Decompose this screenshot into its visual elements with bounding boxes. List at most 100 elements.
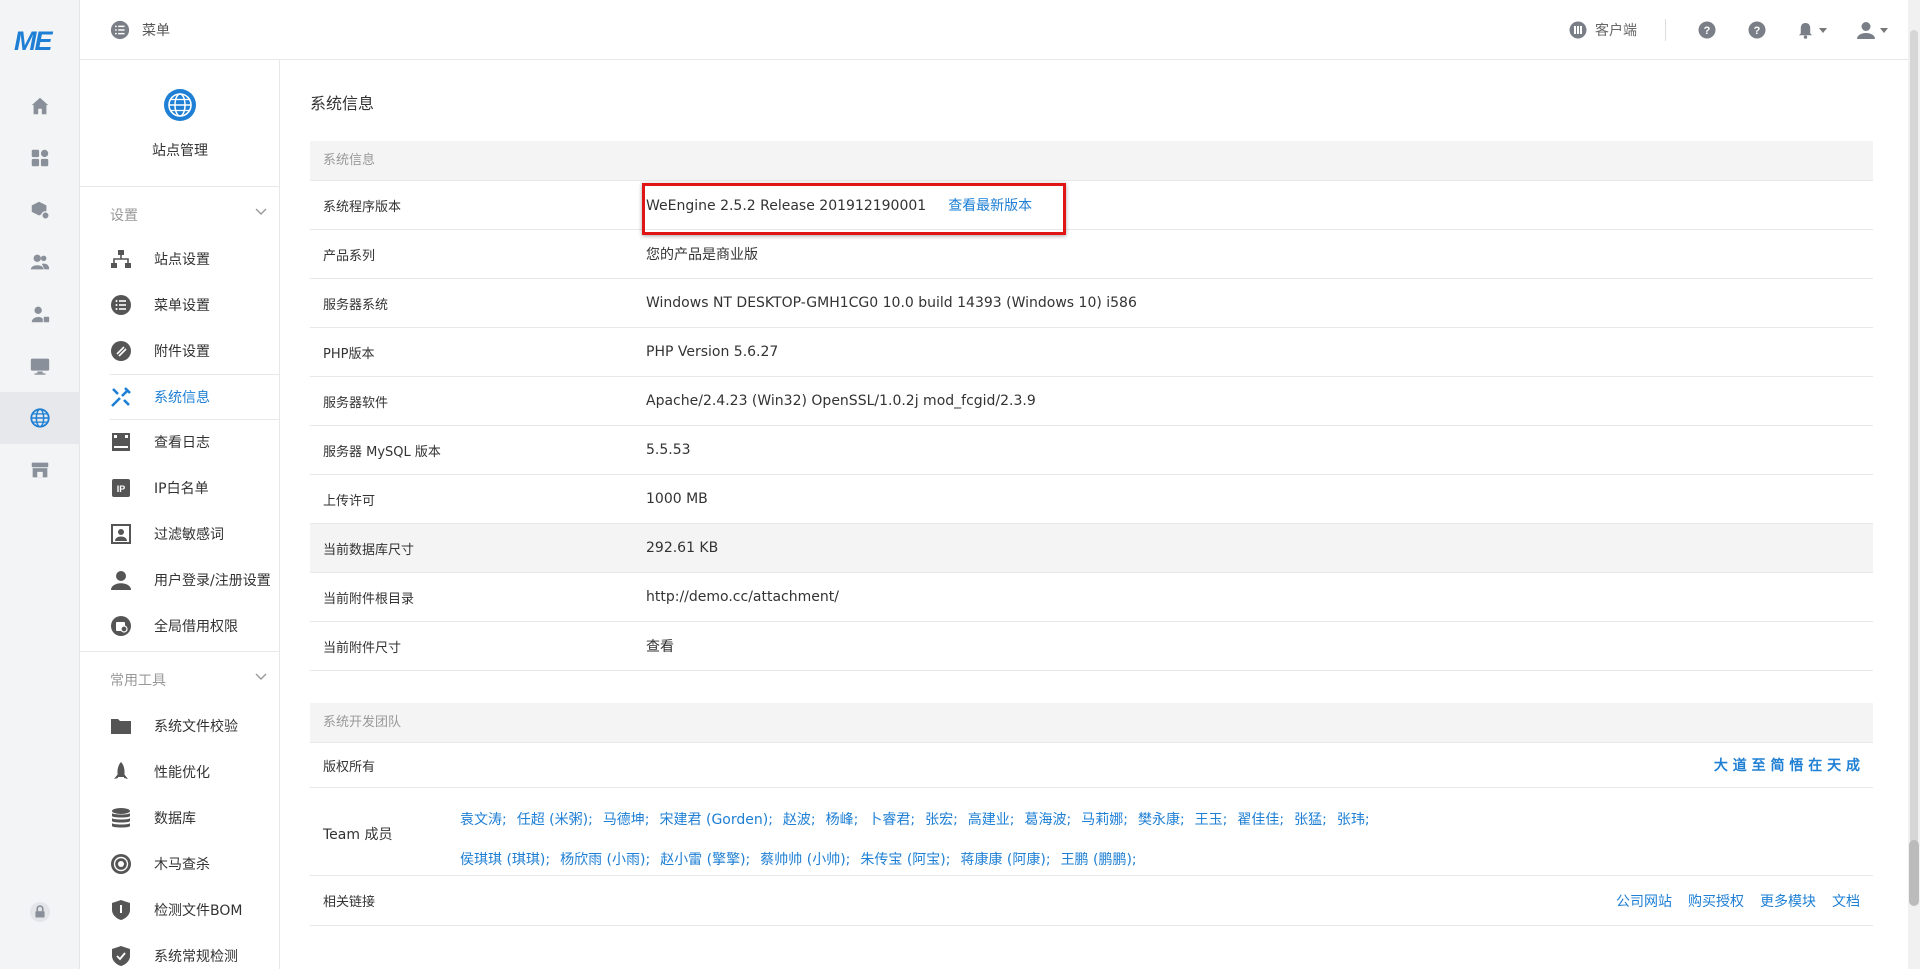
team-member: 宋建君 (Gorden); (659, 812, 773, 828)
sidebar-item-ip-whitelist[interactable]: IP IP白名单 (110, 465, 280, 511)
team-member: 蔡帅帅 (小帅); (760, 852, 851, 868)
site-management-label: 站点管理 (152, 143, 208, 159)
svg-text:IP: IP (117, 484, 126, 494)
sidebar-item-trojan-scan[interactable]: 木马查杀 (110, 841, 280, 887)
user-dropdown[interactable] (1856, 19, 1888, 41)
sidebar-item-user-login[interactable]: 用户登录/注册设置 (110, 557, 280, 603)
info-row-server-os: 服务器系统 Windows NT DESKTOP-GMH1CG0 10.0 bu… (310, 279, 1873, 328)
site-management-block[interactable]: 站点管理 (80, 88, 280, 160)
info-row-attachment-root: 当前附件根目录 http://demo.cc/attachment/ (310, 573, 1873, 622)
tools-group-label: 常用工具 (110, 673, 166, 689)
sidebar-item-view-logs[interactable]: 查看日志 (110, 419, 280, 465)
team-member: 翟佳佳; (1237, 812, 1285, 828)
annotation-highlight-box (642, 183, 1066, 235)
sidebar-item-label: 查看日志 (154, 435, 210, 451)
store-icon[interactable] (0, 444, 80, 496)
sidebar-item-attachment-settings[interactable]: 附件设置 (110, 328, 280, 374)
team-member: 杨欣雨 (小雨); (560, 852, 651, 868)
sidebar-item-global-permission[interactable]: 全局借用权限 (110, 603, 280, 649)
help-icon[interactable]: ? (1696, 19, 1718, 41)
sidebar-item-label: 附件设置 (154, 344, 210, 360)
scrollbar-handle[interactable] (1909, 840, 1919, 906)
team-member: 蒋康康 (阿康); (960, 852, 1051, 868)
more-modules-link[interactable]: 更多模块 (1760, 894, 1816, 910)
copyright-row: 版权所有 大 道 至 简 悟 在 天 成 (310, 743, 1873, 788)
row-key: 服务器 MySQL 版本 (323, 444, 441, 460)
row-value: 1000 MB (646, 491, 708, 507)
globe-icon[interactable] (0, 392, 80, 444)
tools-group-header[interactable]: 常用工具 (80, 651, 280, 701)
sidebar-item-file-check[interactable]: 系统文件校验 (110, 703, 280, 749)
chevron-down-icon (255, 673, 267, 680)
team-member: 赵波; (782, 812, 816, 828)
company-website-link[interactable]: 公司网站 (1616, 894, 1672, 910)
question-icon[interactable]: ? (1746, 19, 1768, 41)
links-row: 相关链接 公司网站 购买授权 更多模块 文档 (310, 876, 1873, 926)
menu-toggle-button[interactable]: 菜单 (110, 20, 170, 40)
team-member: 马德坤; (602, 812, 650, 828)
sidebar-item-database[interactable]: 数据库 (110, 795, 280, 841)
team-member: 赵小雷 (擎擎); (660, 852, 751, 868)
menu-label: 菜单 (142, 23, 170, 39)
page-title: 系统信息 (310, 94, 375, 113)
sidebar-item-performance[interactable]: 性能优化 (110, 749, 280, 795)
row-key: 产品系列 (323, 248, 376, 264)
sidebar-item-label: 系统常规检测 (154, 949, 238, 965)
client-icon (1569, 21, 1587, 39)
lock-icon[interactable] (0, 886, 80, 938)
settings-group-label: 设置 (110, 208, 138, 224)
info-row-db-size: 当前数据库尺寸 292.61 KB (310, 524, 1873, 573)
related-links: 公司网站 购买授权 更多模块 文档 (1600, 891, 1860, 911)
apps-icon[interactable] (0, 132, 80, 184)
sidebar-item-label: 系统信息 (154, 390, 210, 406)
team-members-row: Team 成员 袁文涛; 任超 (米粥); 马德坤; 宋建君 (Gorden); 赵波;… (310, 788, 1873, 876)
team-member: 王鹏 (鹏鹏); (1060, 852, 1137, 868)
team-member: 任超 (米粥); (516, 812, 593, 828)
row-key: 上传许可 (323, 493, 376, 509)
rocket-icon (110, 761, 132, 783)
sidebar-item-bom-check[interactable]: 检测文件BOM (110, 887, 280, 933)
panel-header: 系统信息 (310, 141, 1873, 181)
team-member: 张宏; (925, 812, 958, 828)
users-icon[interactable] (0, 236, 80, 288)
team-line-1: 袁文涛; 任超 (米粥); 马德坤; 宋建君 (Gorden); 赵波; 杨峰; 卜睿君; 张… (460, 800, 1410, 840)
sidebar-item-filter-words[interactable]: 过滤敏感词 (110, 511, 280, 557)
settings-group-header[interactable]: 设置 (80, 186, 280, 236)
row-key: 相关链接 (323, 895, 376, 910)
chevron-down-icon (255, 208, 267, 215)
info-row-version: 系统程序版本 WeEngine 2.5.2 Release 2019121900… (310, 181, 1873, 235)
row-value: 5.5.53 (646, 442, 691, 458)
team-member: 卜睿君; (868, 812, 916, 828)
sidebar-item-label: 菜单设置 (154, 298, 210, 314)
team-member: 葛海波; (1024, 812, 1072, 828)
sidebar-item-site-settings[interactable]: 站点设置 (110, 236, 280, 282)
client-label: 客户端 (1595, 23, 1637, 39)
monitor-icon[interactable] (0, 340, 80, 392)
scrollbar-thumb[interactable] (1910, 30, 1918, 850)
globe-icon (164, 89, 196, 121)
info-row-mysql: 服务器 MySQL 版本 5.5.53 (310, 426, 1873, 475)
user-lock-icon[interactable] (0, 288, 80, 340)
attachment-icon (110, 340, 132, 362)
sidebar-item-menu-settings[interactable]: 菜单设置 (110, 282, 280, 328)
page-scrollbar[interactable] (1908, 0, 1920, 969)
home-icon[interactable] (0, 80, 80, 132)
package-settings-icon[interactable] (0, 184, 80, 236)
info-row-php: PHP版本 PHP Version 5.6.27 (310, 328, 1873, 377)
row-key: 当前附件根目录 (323, 591, 415, 607)
notification-dropdown[interactable] (1796, 19, 1828, 41)
row-key: 服务器软件 (323, 395, 389, 411)
client-button[interactable]: 客户端 (1569, 20, 1637, 40)
top-right-actions: 客户端 ? ? (1569, 18, 1888, 42)
view-attachment-size-link[interactable]: 查看 (646, 636, 674, 656)
row-value: Apache/2.4.23 (Win32) OpenSSL/1.0.2j mod… (646, 393, 1036, 409)
team-member: 朱传宝 (阿宝); (860, 852, 951, 868)
sidebar-item-system-info[interactable]: 系统信息 (110, 374, 280, 420)
wrench-icon (110, 386, 132, 408)
row-key: 版权所有 (323, 759, 376, 775)
buy-license-link[interactable]: 购买授权 (1688, 894, 1744, 910)
logo[interactable]: ME (14, 26, 64, 58)
docs-link[interactable]: 文档 (1832, 894, 1860, 910)
team-line-2: 侯琪琪 (琪琪); 杨欣雨 (小雨); 赵小雷 (擎擎); 蔡帅帅 (小帅); 朱传宝 … (460, 840, 1410, 880)
sidebar-item-routine-check[interactable]: 系统常规检测 (110, 933, 280, 969)
